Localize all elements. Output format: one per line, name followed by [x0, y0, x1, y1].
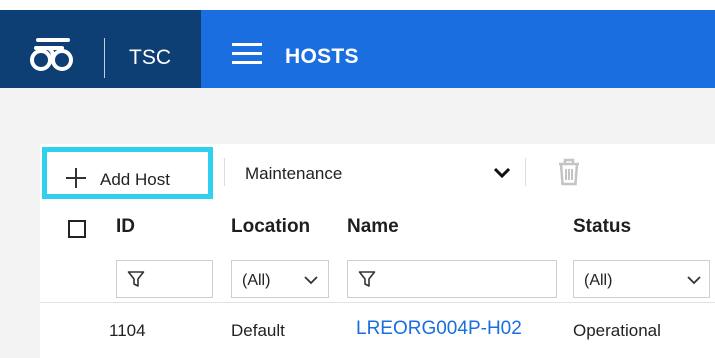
select-all-checkbox[interactable]	[68, 220, 86, 238]
page-title: HOSTS	[285, 45, 359, 68]
chevron-down-icon	[493, 167, 511, 179]
toolbar: Add Host Maintenance	[40, 144, 715, 200]
column-header-location[interactable]: Location	[231, 216, 310, 238]
add-host-button[interactable]: Add Host	[42, 147, 213, 199]
name-filter-input[interactable]	[347, 260, 557, 298]
maintenance-dropdown[interactable]: Maintenance	[245, 152, 525, 192]
logo-icon	[30, 38, 73, 71]
table-cell-status: Operational	[573, 321, 661, 340]
app-header: TSC HOSTS	[0, 0, 715, 88]
column-header-name[interactable]: Name	[347, 216, 399, 238]
toolbar-divider	[525, 158, 526, 186]
table-cell-id: 1104	[109, 321, 146, 340]
column-header-id[interactable]: ID	[116, 216, 135, 238]
plus-icon	[66, 168, 86, 188]
status-filter-value: (All)	[584, 272, 613, 289]
status-filter-select[interactable]: (All)	[573, 260, 710, 298]
host-name-link[interactable]: LREORG004P-H02	[356, 318, 522, 340]
row-divider	[40, 302, 715, 303]
top-bar: HOSTS	[201, 10, 715, 88]
app-name: TSC	[129, 46, 171, 69]
chevron-down-icon	[687, 276, 701, 285]
column-header-status[interactable]: Status	[573, 216, 631, 238]
brand-area: TSC	[0, 10, 201, 88]
chevron-down-icon	[304, 276, 318, 285]
filter-icon	[127, 271, 145, 287]
id-filter-input[interactable]	[116, 260, 213, 298]
brand-divider	[104, 38, 105, 78]
delete-icon[interactable]	[556, 157, 582, 187]
table-cell-location: Default	[231, 321, 285, 340]
hamburger-menu-icon[interactable]	[232, 43, 266, 67]
maintenance-label: Maintenance	[245, 164, 343, 183]
toolbar-divider	[224, 158, 225, 186]
location-filter-select[interactable]: (All)	[231, 260, 329, 298]
add-host-label: Add Host	[100, 170, 170, 189]
hosts-panel: Add Host Maintenance ID Location Name St…	[40, 144, 715, 358]
location-filter-value: (All)	[242, 272, 271, 289]
filter-icon	[358, 271, 376, 287]
